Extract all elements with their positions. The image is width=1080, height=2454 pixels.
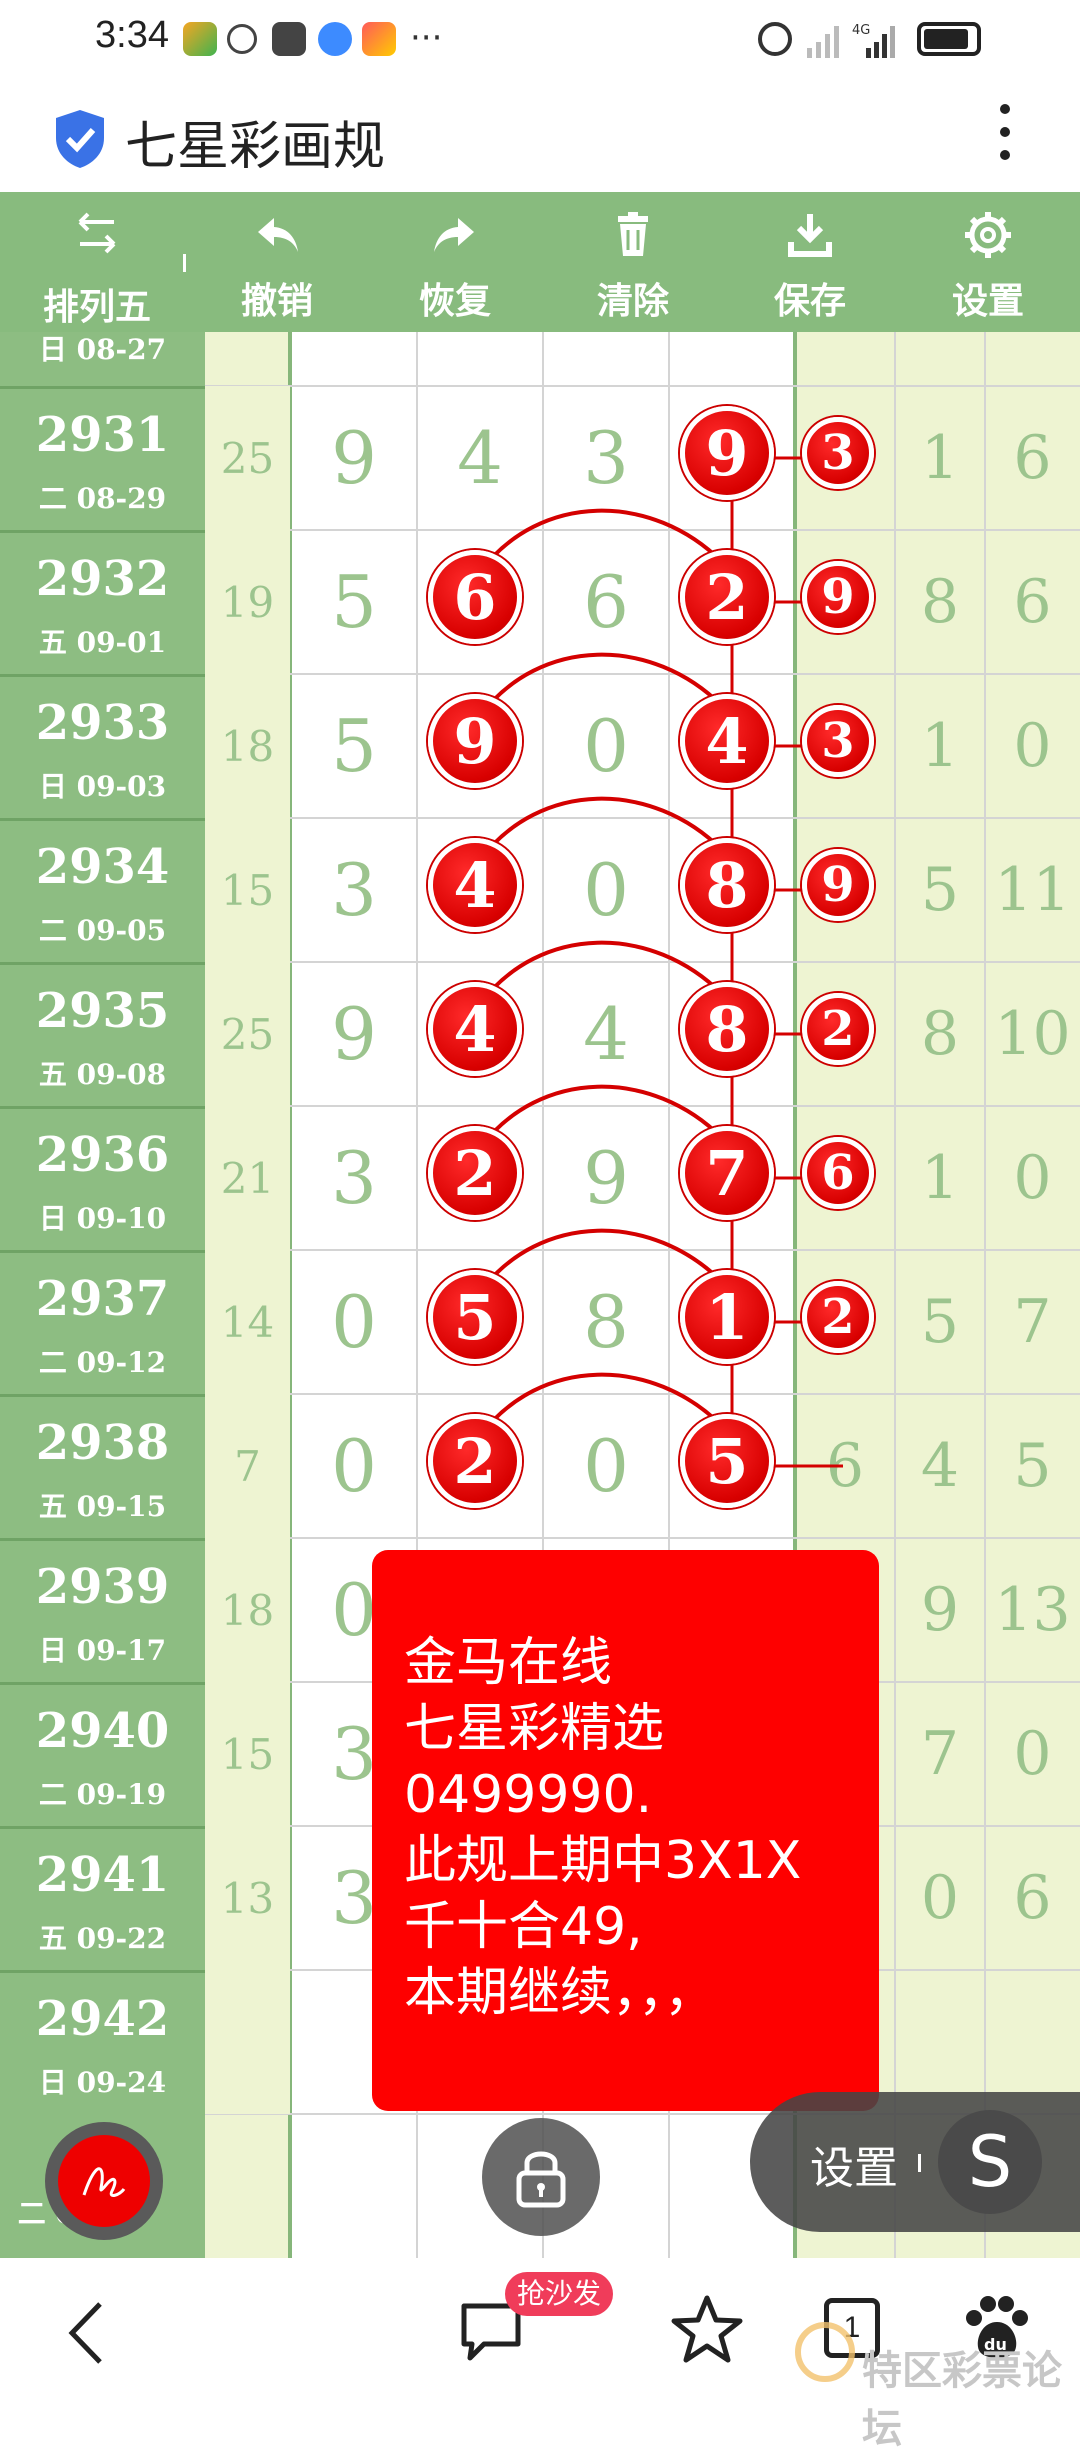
huawei-notification-icon <box>272 22 306 56</box>
redo-label: 恢复 <box>418 281 491 322</box>
s-logo-icon[interactable]: S <box>938 2110 1042 2214</box>
trash-icon <box>618 212 648 256</box>
popup-line: 此规上期中3X1X <box>404 1831 802 1891</box>
more-notifications-icon: ··· <box>410 18 443 58</box>
signal-4g-icon: 4G <box>852 20 902 60</box>
settings-notification-icon <box>227 24 257 54</box>
highlighted-ball[interactable]: 1 <box>680 1270 774 1364</box>
highlighted-ball[interactable]: 7 <box>680 1126 774 1220</box>
highlighted-ball[interactable]: 9 <box>802 849 874 921</box>
popup-line: 0499990. <box>404 1765 653 1825</box>
signal-icon <box>805 20 845 60</box>
battery-icon <box>917 22 981 56</box>
floating-divider <box>918 2154 921 2172</box>
sofa-badge: 抢沙发 <box>505 2272 614 2316</box>
lock-icon <box>516 2151 566 2208</box>
popup-line: 金马在线 <box>404 1633 613 1693</box>
svg-text:4G: 4G <box>852 23 870 38</box>
shield-icon <box>52 108 108 174</box>
save-label: 保存 <box>773 281 846 322</box>
more-options-icon[interactable] <box>995 104 1015 166</box>
redo-icon <box>434 218 474 252</box>
highlighted-ball[interactable]: 5 <box>428 1270 522 1364</box>
star-icon <box>671 2295 743 2363</box>
music-notification-icon <box>318 22 352 56</box>
popup-line: 七星彩精选 <box>404 1699 665 1759</box>
switch-arrows-icon <box>78 212 116 254</box>
settings-button[interactable]: 设置 <box>918 192 1058 332</box>
toolbar: 排列五 撤销 恢复 清除 保存 设置 <box>0 192 1080 332</box>
highlighted-ball[interactable]: 2 <box>428 1126 522 1220</box>
chevron-left-icon <box>68 2302 102 2364</box>
download-icon <box>788 214 832 257</box>
gear-icon <box>965 212 1011 258</box>
highlighted-ball[interactable]: 6 <box>802 1137 874 1209</box>
app-notification-icon <box>183 22 217 56</box>
redo-button[interactable]: 恢复 <box>385 192 525 332</box>
highlighted-ball[interactable]: 4 <box>428 982 522 1076</box>
clear-label: 清除 <box>596 281 669 322</box>
page-title: 七星彩画规 <box>125 117 386 177</box>
undo-icon <box>258 218 298 252</box>
highlighted-ball[interactable]: 8 <box>680 838 774 932</box>
undo-label: 撤销 <box>240 281 313 322</box>
status-time: 3:34 <box>95 14 169 56</box>
floating-settings-label: 设置 <box>810 2143 898 2194</box>
watermark-text: 特区彩票论坛 <box>862 2348 1062 2452</box>
highlighted-ball[interactable]: 5 <box>680 1414 774 1508</box>
highlighted-ball[interactable]: 6 <box>428 550 522 644</box>
favorite-button[interactable] <box>670 2292 744 2366</box>
pen-icon <box>58 2135 150 2227</box>
clear-button[interactable]: 清除 <box>563 192 703 332</box>
floating-settings-panel[interactable]: 设置 S <box>750 2092 1080 2232</box>
highlighted-ball[interactable]: 2 <box>802 1281 874 1353</box>
highlighted-ball[interactable]: 9 <box>428 694 522 788</box>
lottery-type-label: 排列五 <box>42 287 151 328</box>
undo-button[interactable]: 撤销 <box>207 192 347 332</box>
popup-line: 本期继续，，， <box>404 1963 717 2023</box>
lottery-type-switch[interactable]: 排列五 <box>22 192 172 332</box>
highlighted-ball[interactable]: 8 <box>680 982 774 1076</box>
highlighted-ball[interactable]: 9 <box>802 561 874 633</box>
toolbar-divider <box>183 254 186 272</box>
highlighted-ball[interactable]: 3 <box>802 705 874 777</box>
message-popup: 金马在线 七星彩精选 0499990. 此规上期中3X1X 千十合49, 本期继… <box>372 1550 879 2111</box>
game-notification-icon <box>362 22 396 56</box>
highlighted-ball[interactable]: 4 <box>680 694 774 788</box>
bottom-navigation: 抢沙发 1 du 特区彩票论坛 <box>0 2258 1080 2452</box>
alarm-icon <box>758 22 792 56</box>
settings-label: 设置 <box>951 281 1024 322</box>
highlighted-ball[interactable]: 3 <box>802 417 874 489</box>
status-bar: 3:34 ··· 4G <box>0 0 1080 78</box>
save-button[interactable]: 保存 <box>740 192 880 332</box>
lock-button[interactable] <box>482 2118 600 2236</box>
highlighted-ball[interactable]: 2 <box>680 550 774 644</box>
highlighted-ball[interactable]: 2 <box>428 1414 522 1508</box>
highlighted-ball[interactable]: 2 <box>802 993 874 1065</box>
pen-tool-button[interactable] <box>45 2122 163 2240</box>
popup-line: 千十合49, <box>404 1897 643 1957</box>
highlighted-ball[interactable]: 4 <box>428 838 522 932</box>
watermark-logo <box>795 2322 855 2382</box>
back-button[interactable] <box>60 2298 120 2368</box>
highlighted-ball[interactable]: 9 <box>680 406 774 500</box>
